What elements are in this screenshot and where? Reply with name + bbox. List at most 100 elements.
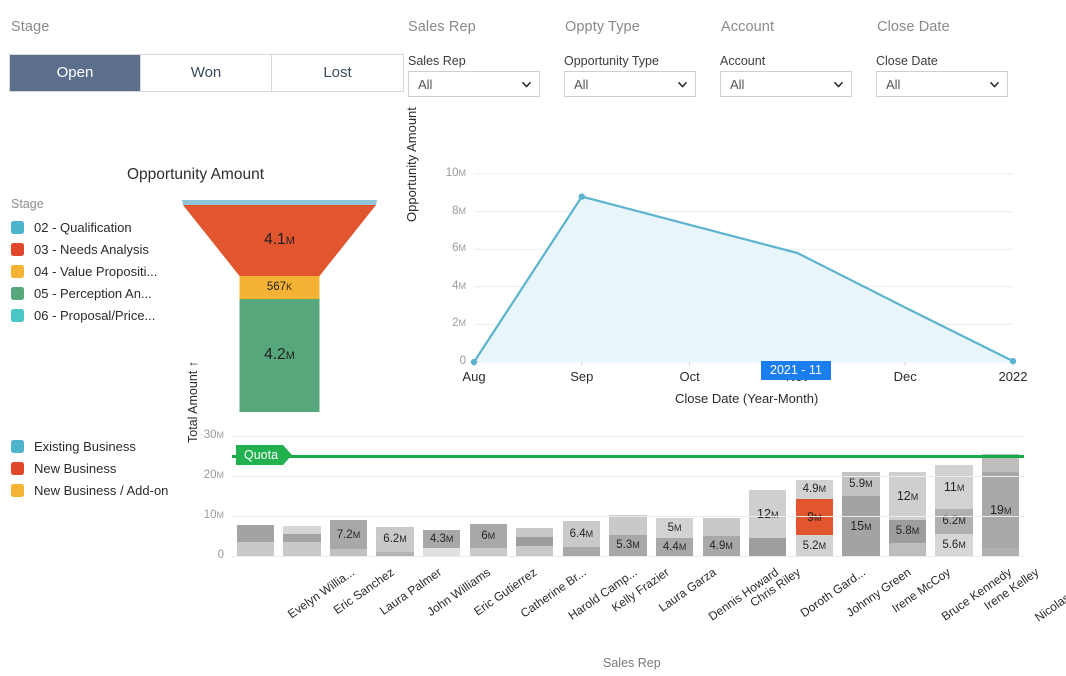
bar-segment-value: 6.2M xyxy=(942,515,966,528)
bar-segment[interactable]: 5.6M xyxy=(935,533,973,556)
line-chart-x-tick: Oct xyxy=(679,369,700,384)
bar-segment[interactable] xyxy=(982,548,1020,556)
bar-segment[interactable]: 5.8M xyxy=(888,519,927,543)
bar-segment[interactable] xyxy=(283,534,321,543)
legend-swatch-icon xyxy=(11,220,24,234)
line-chart-tooltip: 2021 - 11 xyxy=(761,361,831,380)
funnel-legend-item[interactable]: 04 - Value Propositi... xyxy=(11,260,157,282)
bar-segment[interactable]: 19M xyxy=(982,472,1020,548)
filter-label-close-date: Close Date xyxy=(876,54,938,68)
bar-legend-item[interactable]: New Business xyxy=(11,457,168,479)
bar-segment-value: 7.2M xyxy=(336,528,361,541)
funnel-legend-label: 03 - Needs Analysis xyxy=(34,241,149,257)
bar-segment[interactable]: 4.3M xyxy=(423,530,461,548)
stage-segmented-control[interactable]: Open Won Lost xyxy=(9,54,404,92)
dropdown-close-date[interactable]: All xyxy=(876,71,1008,97)
bar-column[interactable]: 4.3M xyxy=(423,530,461,556)
bar-column[interactable]: 5.8M 12M xyxy=(888,471,927,556)
bar-segment-value: 6.2M xyxy=(383,533,407,546)
line-chart-y-tick: 0 xyxy=(459,355,466,367)
legend-swatch-icon xyxy=(11,439,24,453)
bar-segment[interactable] xyxy=(236,541,274,556)
bar-segment[interactable]: 6.2M xyxy=(935,508,973,534)
legend-swatch-icon xyxy=(11,242,24,256)
bar-column[interactable]: 15M 5.9M xyxy=(842,472,880,556)
funnel-legend-item[interactable]: 06 - Proposal/Price... xyxy=(11,304,157,326)
bar-segment[interactable] xyxy=(702,518,740,537)
bar-chart-gridline xyxy=(232,436,1024,437)
funnel-legend-item[interactable]: 05 - Perception An... xyxy=(11,282,157,304)
bar-legend-item[interactable]: New Business / Add-on xyxy=(11,479,168,501)
bar-segment[interactable] xyxy=(609,514,647,535)
bar-segment[interactable]: 11M xyxy=(935,464,973,509)
bar-column[interactable]: 4.4M 5M xyxy=(655,518,694,556)
chevron-down-icon xyxy=(677,79,688,90)
bar-segment[interactable]: 5.2M xyxy=(795,535,833,556)
bar-chart-plot-area[interactable]: 7.2M 6.2M 4.3M 6M 6.4M 5.3M 4.4M 5M 4.9M 12M 5.2M 9… xyxy=(232,436,1024,556)
bar-segment[interactable]: 12M xyxy=(888,471,927,520)
funnel-segment-value: 567K xyxy=(266,280,293,293)
legend-swatch-icon xyxy=(11,264,24,278)
chevron-down-icon xyxy=(521,79,532,90)
bar-segment[interactable]: 4.9M xyxy=(795,479,833,500)
bar-segment[interactable]: 9M xyxy=(795,499,833,536)
dropdown-account[interactable]: All xyxy=(720,71,852,97)
bar-column[interactable] xyxy=(236,525,274,556)
bar-segment[interactable]: 6.4M xyxy=(562,521,601,547)
bar-column[interactable]: 5.3M xyxy=(609,514,647,556)
quota-flag-label: Quota xyxy=(236,445,284,465)
bar-segment[interactable] xyxy=(283,542,321,556)
bar-column[interactable]: 5.6M 6.2M 11M xyxy=(935,464,973,556)
bar-segment[interactable]: 12M xyxy=(749,489,787,538)
bar-segment[interactable] xyxy=(329,549,368,556)
legend-swatch-icon xyxy=(11,286,24,300)
bar-segment[interactable] xyxy=(516,537,554,546)
bar-segment[interactable] xyxy=(283,525,321,534)
bar-segment[interactable] xyxy=(469,548,507,556)
stage-option-open[interactable]: Open xyxy=(10,55,141,91)
line-chart-y-tick: 2M xyxy=(452,317,466,330)
bar-segment[interactable]: 6.2M xyxy=(376,526,414,552)
bar-segment[interactable] xyxy=(516,527,554,538)
stage-option-lost[interactable]: Lost xyxy=(272,55,403,91)
bar-segment[interactable]: 4.9M xyxy=(702,536,740,556)
bar-column[interactable]: 6.2M xyxy=(376,526,414,556)
bar-segment[interactable] xyxy=(749,537,787,556)
bar-chart-y-tick: 0 xyxy=(217,549,224,561)
bar-column[interactable] xyxy=(283,525,321,556)
bar-segment[interactable]: 5M xyxy=(655,518,694,539)
bar-legend-item[interactable]: Existing Business xyxy=(11,435,168,457)
bar-column[interactable] xyxy=(516,527,554,556)
bar-column[interactable]: 4.9M xyxy=(702,518,740,556)
dropdown-opportunity-type[interactable]: All xyxy=(564,71,696,97)
bar-segment[interactable] xyxy=(236,525,274,542)
bar-segment[interactable]: 5.3M xyxy=(609,534,647,556)
bar-segment[interactable]: 4.4M xyxy=(655,538,694,556)
legend-swatch-icon xyxy=(11,308,24,322)
bar-column[interactable]: 5.2M 9M 4.9M xyxy=(795,479,833,556)
dropdown-sales-rep[interactable]: All xyxy=(408,71,540,97)
funnel-legend-item[interactable]: 03 - Needs Analysis xyxy=(11,238,157,260)
bar-segment[interactable]: 6M xyxy=(469,524,507,548)
bar-column[interactable]: 19M xyxy=(982,454,1020,556)
legend-swatch-icon xyxy=(11,483,24,497)
bar-column[interactable]: 7.2M xyxy=(329,520,368,556)
stage-option-won[interactable]: Won xyxy=(141,55,272,91)
bar-column[interactable]: 6M xyxy=(469,524,507,556)
filter-label-sales-rep: Sales Rep xyxy=(408,54,466,68)
line-chart-y-tick: 4M xyxy=(452,279,466,292)
bar-segment[interactable]: 7.2M xyxy=(329,520,368,550)
bar-column[interactable]: 12M xyxy=(749,489,787,556)
filter-group-title-account: Account xyxy=(721,19,775,35)
dropdown-value-sales-rep: All xyxy=(418,76,433,92)
bar-legend-label: Existing Business xyxy=(34,438,136,454)
bar-segment[interactable] xyxy=(888,542,927,556)
bar-column[interactable]: 6.4M xyxy=(562,521,601,556)
funnel-legend-item[interactable]: 02 - Qualification xyxy=(11,216,157,238)
funnel-chart[interactable]: 4.1M 567K 4.2M xyxy=(180,196,390,416)
bar-segment[interactable] xyxy=(516,546,554,556)
bar-segment[interactable]: 15M xyxy=(842,496,880,556)
bar-segment[interactable] xyxy=(423,547,461,556)
bar-segment[interactable] xyxy=(562,546,601,556)
bar-chart-y-tick: 10M xyxy=(203,509,224,521)
